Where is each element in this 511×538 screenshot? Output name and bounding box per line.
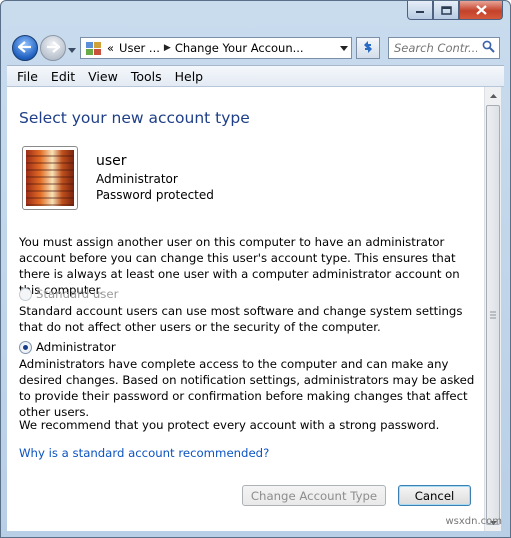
- forward-button[interactable]: [40, 35, 66, 61]
- caption-buttons: [407, 1, 503, 21]
- administrator-radio[interactable]: [19, 340, 32, 354]
- menu-help[interactable]: Help: [175, 69, 204, 84]
- standard-user-option[interactable]: Standard user: [19, 287, 118, 301]
- scroll-thumb[interactable]: [486, 105, 500, 525]
- administrator-description: Administrators have complete access to t…: [19, 357, 475, 419]
- search-input[interactable]: [389, 41, 477, 55]
- standard-user-radio[interactable]: [19, 287, 32, 301]
- change-account-type-button[interactable]: Change Account Type: [242, 485, 386, 506]
- grip-icon: [490, 311, 496, 319]
- recent-pages-dropdown[interactable]: [68, 43, 76, 57]
- user-password-status: Password protected: [96, 188, 214, 202]
- address-bar[interactable]: « User ... ▶ Change Your Accoun...: [80, 37, 352, 59]
- menu-view[interactable]: View: [88, 69, 118, 84]
- standard-user-label[interactable]: Standard user: [36, 287, 118, 301]
- address-dropdown-button[interactable]: [337, 38, 351, 58]
- watermark: wsxdn.com: [445, 516, 502, 527]
- password-recommendation: We recommend that you protect every acco…: [19, 418, 440, 432]
- arrow-left-icon: [17, 40, 32, 56]
- close-icon: [475, 5, 487, 15]
- standard-user-description: Standard account users can use most soft…: [19, 304, 463, 334]
- back-button[interactable]: [12, 35, 38, 61]
- chevron-down-icon: [340, 45, 348, 51]
- navigation-bar: « User ... ▶ Change Your Accoun...: [1, 31, 510, 63]
- chevron-down-icon: [68, 48, 76, 53]
- administrator-label[interactable]: Administrator: [36, 340, 116, 354]
- menu-file[interactable]: File: [17, 69, 38, 84]
- vertical-scrollbar[interactable]: [484, 87, 501, 531]
- breadcrumb-user-accounts[interactable]: User ...: [119, 41, 160, 55]
- control-panel-window: « User ... ▶ Change Your Accoun... File …: [0, 0, 511, 538]
- control-panel-icon: [85, 40, 103, 56]
- chevron-up-icon: [490, 93, 497, 98]
- page-title: Select your new account type: [19, 109, 250, 127]
- avatar-image: [26, 150, 74, 206]
- user-info: user Administrator Password protected: [96, 153, 214, 203]
- user-name: user: [96, 153, 127, 169]
- search-box[interactable]: [388, 37, 500, 59]
- administrator-option[interactable]: Administrator: [19, 340, 116, 354]
- minimize-icon: [415, 6, 425, 14]
- refresh-button[interactable]: [356, 37, 380, 59]
- menu-tools[interactable]: Tools: [131, 69, 162, 84]
- search-icon[interactable]: [482, 40, 495, 56]
- breadcrumb-change-account[interactable]: Change Your Accoun...: [175, 41, 304, 55]
- menu-bar: File Edit View Tools Help: [7, 65, 504, 87]
- content-pane: Select your new account type user Admini…: [7, 87, 484, 531]
- cancel-button[interactable]: Cancel: [398, 485, 471, 506]
- user-avatar: [22, 146, 78, 210]
- user-role: Administrator: [96, 172, 178, 186]
- maximize-button[interactable]: [433, 1, 459, 20]
- breadcrumb-separator-icon[interactable]: ▶: [164, 43, 171, 53]
- minimize-button[interactable]: [407, 1, 433, 20]
- arrow-right-icon: [46, 40, 61, 56]
- scroll-up-button[interactable]: [485, 87, 502, 104]
- menu-edit[interactable]: Edit: [51, 69, 75, 84]
- maximize-icon: [440, 5, 452, 15]
- address-overflow[interactable]: «: [107, 41, 114, 55]
- standard-account-help-link[interactable]: Why is a standard account recommended?: [19, 446, 269, 460]
- refresh-icon: [361, 40, 375, 57]
- close-button[interactable]: [459, 1, 503, 20]
